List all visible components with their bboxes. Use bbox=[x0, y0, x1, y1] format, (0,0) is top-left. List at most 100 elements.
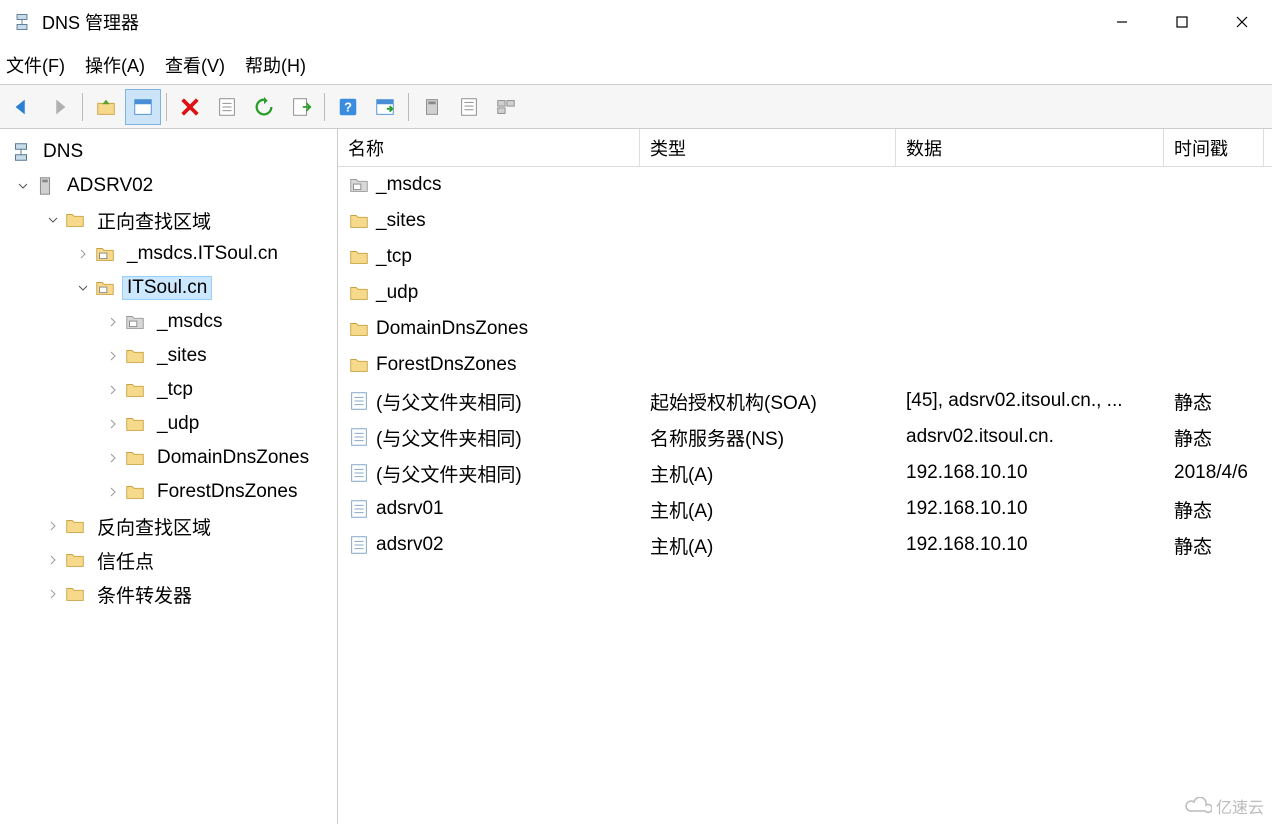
zone-icon bbox=[94, 243, 116, 265]
tree-sub-ddz[interactable]: DomainDnsZones bbox=[0, 441, 337, 475]
cell-data: 192.168.10.10 bbox=[896, 462, 1164, 484]
list-row[interactable]: _msdcs bbox=[338, 167, 1272, 203]
tree-label: _tcp bbox=[152, 378, 198, 402]
tree-pane[interactable]: DNS ADSRV02 正向查找区域 _msdcs.ITSoul.cn ITSo… bbox=[0, 129, 338, 824]
zone-icon bbox=[348, 174, 370, 196]
tree-itsoul-zone[interactable]: ITSoul.cn bbox=[0, 271, 337, 305]
toolbar: ? bbox=[0, 85, 1272, 129]
app-icon bbox=[12, 12, 32, 32]
toolbar-back[interactable] bbox=[4, 89, 40, 125]
toolbar-export[interactable] bbox=[283, 89, 319, 125]
list-row[interactable]: _tcp bbox=[338, 239, 1272, 275]
cell-name: _tcp bbox=[376, 246, 412, 268]
zone-icon bbox=[94, 277, 116, 299]
list-row[interactable]: (与父文件夹相同)起始授权机构(SOA)[45], adsrv02.itsoul… bbox=[338, 383, 1272, 419]
chevron-right-icon[interactable] bbox=[104, 347, 122, 365]
list-pane: 名称 类型 数据 时间戳 _msdcs_sites _tcp _udp DomainD… bbox=[338, 129, 1272, 824]
chevron-down-icon[interactable] bbox=[44, 211, 62, 229]
tree-server[interactable]: ADSRV02 bbox=[0, 169, 337, 203]
tree-trust-points[interactable]: 信任点 bbox=[0, 543, 337, 577]
toolbar-tile[interactable] bbox=[367, 89, 403, 125]
toolbar-help[interactable]: ? bbox=[330, 89, 366, 125]
folder-icon bbox=[348, 318, 370, 340]
chevron-down-icon[interactable] bbox=[74, 279, 92, 297]
list-header: 名称 类型 数据 时间戳 bbox=[338, 129, 1272, 167]
cell-name: _udp bbox=[376, 282, 418, 304]
toolbar-delete[interactable] bbox=[172, 89, 208, 125]
cell-name: ForestDnsZones bbox=[376, 354, 516, 376]
toolbar-properties[interactable] bbox=[209, 89, 245, 125]
tree-label: ForestDnsZones bbox=[152, 480, 302, 504]
cell-timestamp: 静态 bbox=[1164, 496, 1264, 523]
record-icon bbox=[348, 426, 370, 448]
toolbar-list-view[interactable] bbox=[451, 89, 487, 125]
cell-data: [45], adsrv02.itsoul.cn., ... bbox=[896, 390, 1164, 412]
chevron-right-icon[interactable] bbox=[104, 381, 122, 399]
chevron-right-icon[interactable] bbox=[44, 517, 62, 535]
column-header-timestamp[interactable]: 时间戳 bbox=[1164, 129, 1264, 166]
tree-sub-udp[interactable]: _udp bbox=[0, 407, 337, 441]
tree-conditional-forwarders[interactable]: 条件转发器 bbox=[0, 577, 337, 611]
cell-timestamp: 静态 bbox=[1164, 532, 1264, 559]
folder-icon bbox=[348, 354, 370, 376]
tree-sub-msdcs[interactable]: _msdcs bbox=[0, 305, 337, 339]
tree-label: DomainDnsZones bbox=[152, 446, 314, 470]
record-icon bbox=[348, 534, 370, 556]
cell-name: (与父文件夹相同) bbox=[376, 460, 522, 487]
tree-label: _sites bbox=[152, 344, 212, 368]
tree-reverse-zones[interactable]: 反向查找区域 bbox=[0, 509, 337, 543]
toolbar-server-view[interactable] bbox=[414, 89, 450, 125]
cell-timestamp: 2018/4/6 bbox=[1164, 462, 1264, 484]
toolbar-forward[interactable] bbox=[41, 89, 77, 125]
toolbar-separator bbox=[324, 93, 325, 121]
list-row[interactable]: _sites bbox=[338, 203, 1272, 239]
column-header-name[interactable]: 名称 bbox=[338, 129, 640, 166]
column-header-type[interactable]: 类型 bbox=[640, 129, 896, 166]
tree-root-dns[interactable]: DNS bbox=[0, 135, 337, 169]
record-icon bbox=[348, 462, 370, 484]
list-row[interactable]: ForestDnsZones bbox=[338, 347, 1272, 383]
tree-label: 反向查找区域 bbox=[92, 512, 216, 541]
toolbar-refresh[interactable] bbox=[246, 89, 282, 125]
minimize-button[interactable] bbox=[1092, 0, 1152, 45]
record-icon bbox=[348, 498, 370, 520]
list-row[interactable]: DomainDnsZones bbox=[338, 311, 1272, 347]
folder-icon bbox=[124, 345, 146, 367]
chevron-right-icon[interactable] bbox=[104, 449, 122, 467]
chevron-right-icon[interactable] bbox=[104, 313, 122, 331]
cell-type: 名称服务器(NS) bbox=[640, 424, 896, 451]
workspace: DNS ADSRV02 正向查找区域 _msdcs.ITSoul.cn ITSo… bbox=[0, 129, 1272, 824]
list-row[interactable]: _udp bbox=[338, 275, 1272, 311]
list-row[interactable]: (与父文件夹相同)主机(A)192.168.10.102018/4/6 bbox=[338, 455, 1272, 491]
tree-label: 正向查找区域 bbox=[92, 206, 216, 235]
chevron-right-icon[interactable] bbox=[104, 415, 122, 433]
tree-msdcs-zone[interactable]: _msdcs.ITSoul.cn bbox=[0, 237, 337, 271]
tree-sub-tcp[interactable]: _tcp bbox=[0, 373, 337, 407]
menu-help[interactable]: 帮助(H) bbox=[245, 52, 306, 78]
chevron-right-icon[interactable] bbox=[74, 245, 92, 263]
list-row[interactable]: adsrv01主机(A)192.168.10.10静态 bbox=[338, 491, 1272, 527]
cell-timestamp: 静态 bbox=[1164, 388, 1264, 415]
menu-file[interactable]: 文件(F) bbox=[6, 52, 65, 78]
list-row[interactable]: (与父文件夹相同)名称服务器(NS)adsrv02.itsoul.cn.静态 bbox=[338, 419, 1272, 455]
close-button[interactable] bbox=[1212, 0, 1272, 45]
chevron-right-icon[interactable] bbox=[44, 585, 62, 603]
chevron-right-icon[interactable] bbox=[104, 483, 122, 501]
column-header-data[interactable]: 数据 bbox=[896, 129, 1164, 166]
toolbar-separator bbox=[408, 93, 409, 121]
list-row[interactable]: adsrv02主机(A)192.168.10.10静态 bbox=[338, 527, 1272, 563]
maximize-button[interactable] bbox=[1152, 0, 1212, 45]
chevron-right-icon[interactable] bbox=[44, 551, 62, 569]
tree-forward-zones[interactable]: 正向查找区域 bbox=[0, 203, 337, 237]
menu-action[interactable]: 操作(A) bbox=[85, 52, 145, 78]
menu-view[interactable]: 查看(V) bbox=[165, 52, 225, 78]
toolbar-detail-view[interactable] bbox=[488, 89, 524, 125]
tree-sub-sites[interactable]: _sites bbox=[0, 339, 337, 373]
toolbar-show-pane[interactable] bbox=[125, 89, 161, 125]
toolbar-up-folder[interactable] bbox=[88, 89, 124, 125]
tree-sub-fdz[interactable]: ForestDnsZones bbox=[0, 475, 337, 509]
cell-data: 192.168.10.10 bbox=[896, 498, 1164, 520]
chevron-down-icon[interactable] bbox=[14, 177, 32, 195]
folder-icon bbox=[348, 282, 370, 304]
toolbar-separator bbox=[82, 93, 83, 121]
